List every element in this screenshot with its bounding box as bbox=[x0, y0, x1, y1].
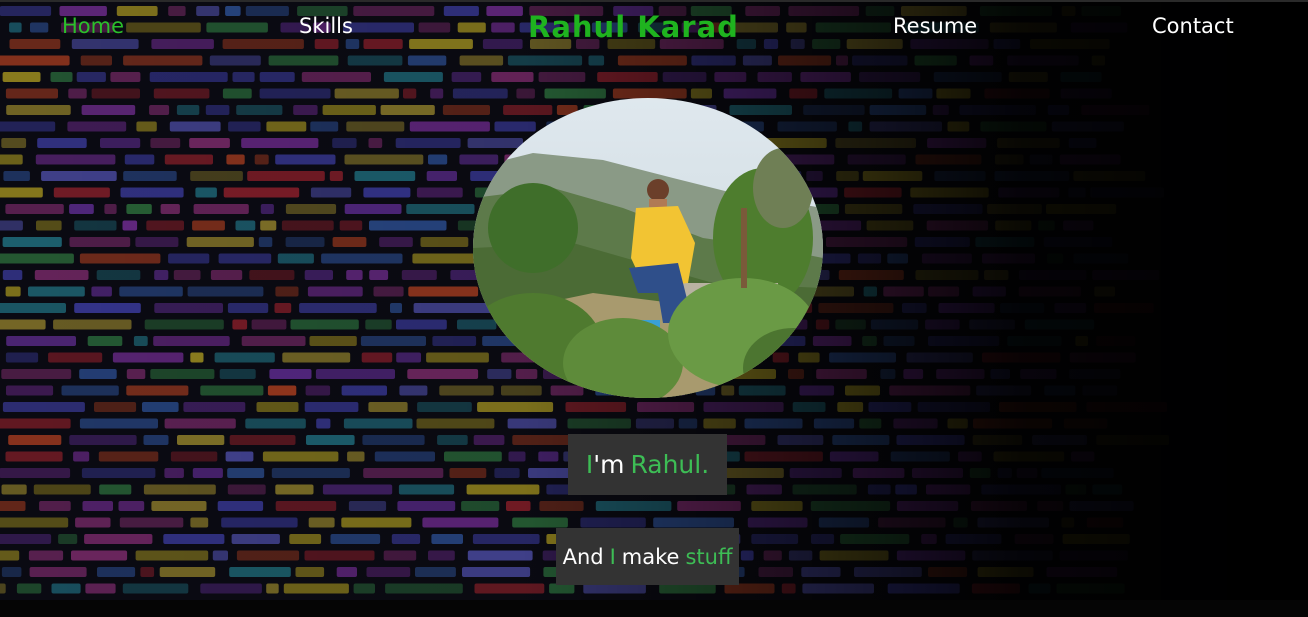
nav-contact-link[interactable]: Contact bbox=[1152, 14, 1234, 38]
nav-skills-link[interactable]: Skills bbox=[299, 14, 353, 38]
intro-i: I bbox=[585, 450, 594, 479]
tagline-stuff: stuff bbox=[685, 544, 733, 569]
intro-name: Rahul. bbox=[630, 450, 710, 479]
nav-home-link[interactable]: Home bbox=[62, 14, 124, 38]
intro-heading: I'm Rahul. bbox=[568, 434, 727, 495]
bottom-bar bbox=[0, 600, 1308, 617]
tagline-i: I bbox=[609, 544, 616, 569]
main-nav: Home Skills Rahul Karad Resume Contact bbox=[0, 10, 1308, 46]
tagline: And Imake stuff bbox=[556, 528, 739, 585]
intro-am: 'm bbox=[593, 450, 625, 479]
tagline-and: And bbox=[562, 544, 604, 569]
brand-title: Rahul Karad bbox=[528, 10, 739, 44]
nav-resume-link[interactable]: Resume bbox=[893, 14, 977, 38]
profile-photo bbox=[473, 98, 823, 398]
tagline-make: make bbox=[621, 544, 680, 569]
page: Home Skills Rahul Karad Resume Contact I… bbox=[0, 0, 1308, 617]
